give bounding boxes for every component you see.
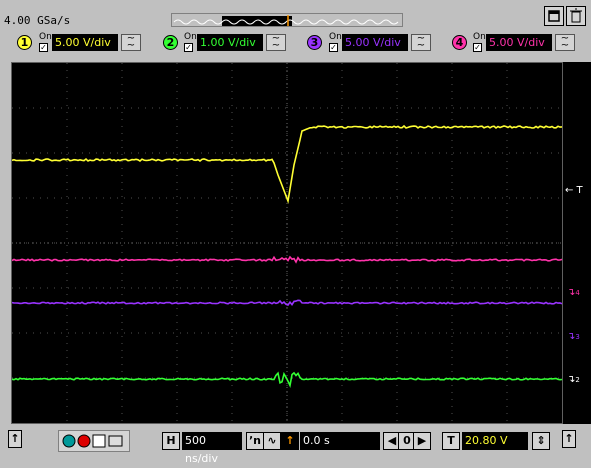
waveform-display[interactable] bbox=[11, 62, 563, 424]
channel-1-on-label: On bbox=[39, 33, 52, 42]
channel-2-scale-adjust[interactable]: ~ ~ bbox=[266, 34, 286, 51]
delete-icon bbox=[567, 7, 585, 25]
trigger-level-stepper[interactable]: ⇕ bbox=[532, 432, 550, 450]
run-icon[interactable] bbox=[63, 435, 75, 447]
trigger-level-marker[interactable]: ← T bbox=[565, 185, 583, 196]
memory-overview-bar[interactable] bbox=[171, 13, 403, 27]
channel-4-trace bbox=[12, 257, 562, 262]
channel-4-badge[interactable]: 4 bbox=[452, 35, 467, 50]
channel-2-on-label: On bbox=[184, 33, 197, 42]
channel-2-offset-marker[interactable]: ↴2 bbox=[567, 374, 580, 385]
scroll-up-right-button[interactable]: ↑ bbox=[562, 430, 576, 448]
channel-3-on-checkbox[interactable]: ✓ bbox=[329, 43, 338, 52]
horizontal-label: H bbox=[162, 432, 180, 450]
delete-button[interactable] bbox=[566, 6, 586, 26]
scroll-up-button[interactable]: ↑ bbox=[8, 430, 22, 448]
channel-2-badge[interactable]: 2 bbox=[163, 35, 178, 50]
maximize-button[interactable] bbox=[544, 6, 564, 26]
timebase-adjust-button[interactable]: ʼn bbox=[246, 432, 264, 450]
channel-3-badge[interactable]: 3 bbox=[307, 35, 322, 50]
overview-waveform bbox=[172, 15, 403, 27]
channel-4-offset-marker[interactable]: ↴4 bbox=[567, 287, 580, 298]
trigger-level-field[interactable]: 20.80 V bbox=[462, 432, 528, 450]
channel-4-marker-label: 4 bbox=[575, 289, 579, 297]
delay-field[interactable]: 0.0 s bbox=[300, 432, 380, 450]
print-icon[interactable] bbox=[109, 436, 122, 446]
waveform-canvas bbox=[12, 63, 562, 423]
channel-1-on-checkbox[interactable]: ✓ bbox=[39, 43, 48, 52]
channel-4-scale[interactable]: 5.00 V/div bbox=[486, 34, 552, 51]
right-marker-strip: ← T ↴4 ↴3 ↴2 bbox=[563, 62, 591, 424]
channel-2-on-checkbox[interactable]: ✓ bbox=[184, 43, 193, 52]
channel-4-on-checkbox[interactable]: ✓ bbox=[473, 43, 482, 52]
quick-actions-group bbox=[58, 430, 130, 452]
channel-3-scale[interactable]: 5.00 V/div bbox=[342, 34, 408, 51]
channel-3-offset-marker[interactable]: ↴3 bbox=[567, 331, 580, 342]
channel-1-scale-adjust[interactable]: ~ ~ bbox=[121, 34, 141, 51]
top-toolbar: 4.00 GSa/s bbox=[0, 0, 591, 32]
channel-3-scale-adjust[interactable]: ~ ~ bbox=[411, 34, 431, 51]
channel-2-marker-label: 2 bbox=[575, 376, 579, 384]
delay-right-button[interactable]: ▶ bbox=[413, 432, 431, 450]
channel-3-on-label: On bbox=[329, 33, 342, 42]
channel-bar: 1 On ✓ 5.00 V/div ~ ~ 2 On ✓ 1.00 V/div ~… bbox=[0, 32, 591, 54]
channel-2-scale[interactable]: 1.00 V/div bbox=[197, 34, 263, 51]
channel-4-on-label: On bbox=[473, 33, 486, 42]
stop-icon[interactable] bbox=[78, 435, 90, 447]
horizontal-mode-button[interactable]: ∿ bbox=[263, 432, 281, 450]
sample-rate-readout: 4.00 GSa/s bbox=[4, 14, 70, 27]
timebase-field[interactable]: 500 ns/div bbox=[182, 432, 242, 450]
channel-3-marker-label: 3 bbox=[575, 333, 579, 341]
autoscale-icon[interactable] bbox=[93, 435, 105, 447]
bottom-toolbar: ↑ H 500 ns/div ʼn ∿ ↑ 0.0 s ◀ 0 ▶ T 20.8… bbox=[0, 426, 591, 458]
delay-reference-icon[interactable]: ↑ bbox=[281, 432, 299, 450]
channel-1-badge[interactable]: 1 bbox=[17, 35, 32, 50]
channel-4-scale-adjust[interactable]: ~ ~ bbox=[555, 34, 575, 51]
trigger-label: T bbox=[442, 432, 460, 450]
left-margin bbox=[0, 62, 11, 424]
maximize-icon bbox=[545, 7, 563, 25]
channel-1-scale[interactable]: 5.00 V/div bbox=[52, 34, 118, 51]
